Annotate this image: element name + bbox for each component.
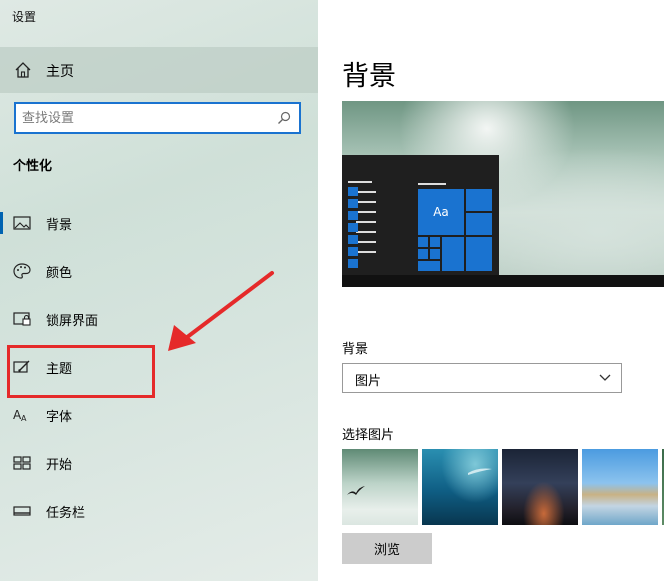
browse-button[interactable]: 浏览: [342, 533, 432, 564]
search-icon[interactable]: [277, 111, 291, 125]
preview-tile: [418, 237, 428, 247]
picture-thumbnail-beach[interactable]: [582, 449, 658, 525]
active-indicator: [0, 212, 3, 234]
svg-text:A: A: [21, 414, 27, 423]
preview-tile: [466, 237, 492, 271]
home-icon: [15, 62, 31, 78]
preview-tile: [442, 237, 464, 271]
preview-tile: [466, 189, 492, 211]
sidebar-item-label: 主页: [46, 64, 74, 80]
preview-tile: [430, 249, 440, 259]
picture-thumbnail-waterfall[interactable]: [342, 449, 418, 525]
sidebar-item-label: 任务栏: [46, 506, 86, 521]
search-box[interactable]: [14, 102, 301, 134]
page-title: 背景: [342, 61, 396, 92]
picture-thumbnail-underwater[interactable]: [422, 449, 498, 525]
chevron-down-icon: [599, 374, 611, 381]
palette-icon: [13, 263, 31, 279]
preview-tile: [418, 249, 428, 259]
sidebar-item-label: 背景: [46, 218, 73, 233]
swimmer-icon: [468, 468, 492, 475]
preview-tile: [418, 261, 440, 271]
preview-tile: [430, 237, 440, 247]
watermark: Bai du jingyan.baidu.com: [502, 527, 632, 567]
preview-app-icons: [348, 187, 358, 275]
preview-start-menu: Aa: [342, 155, 499, 275]
sidebar-item-label: 开始: [46, 458, 73, 473]
sidebar-item-taskbar[interactable]: 任务栏: [0, 490, 318, 532]
sidebar-item-home[interactable]: 主页: [0, 47, 318, 93]
lock-screen-icon: [13, 312, 31, 326]
sidebar-item-label: 锁屏界面: [46, 314, 99, 329]
preview-tiles-header: [418, 183, 446, 185]
preview-tile-aa: Aa: [418, 189, 464, 235]
preview-taskbar: [342, 275, 664, 287]
select-value: 图片: [355, 374, 382, 389]
annotation-arrow-icon: [168, 271, 274, 351]
picture-thumbnail-night-sky[interactable]: [502, 449, 578, 525]
sidebar-item-fonts[interactable]: A A 字体: [0, 394, 318, 436]
sidebar-item-background[interactable]: 背景: [0, 202, 318, 244]
watermark-text: jingyan.baidu.com: [539, 556, 632, 567]
search-input[interactable]: [22, 109, 272, 127]
sidebar: 设置 主页 个性化 背景 颜色: [0, 0, 318, 581]
sidebar-item-label: 字体: [46, 410, 73, 425]
preview-tile: [466, 213, 492, 235]
background-type-select[interactable]: 图片: [342, 363, 622, 393]
background-preview: Aa: [342, 101, 664, 287]
watermark-logo: Bai du: [569, 527, 626, 546]
sidebar-item-start[interactable]: 开始: [0, 442, 318, 484]
annotation-highlight-box: [7, 345, 155, 398]
font-icon: A A: [13, 408, 27, 423]
choose-picture-label: 选择图片: [342, 428, 395, 443]
app-title: 设置: [12, 10, 37, 24]
start-grid-icon: [13, 456, 31, 470]
section-title: 个性化: [13, 159, 53, 174]
main-content: 背景 Aa 背景 图片 选择图片 浏览 Bai du jingyan.baidu…: [318, 0, 664, 581]
taskbar-icon: [13, 506, 31, 516]
bird-icon: [347, 486, 365, 495]
picture-icon: [13, 216, 31, 230]
sidebar-item-label: 颜色: [46, 266, 73, 281]
background-label: 背景: [342, 342, 369, 357]
